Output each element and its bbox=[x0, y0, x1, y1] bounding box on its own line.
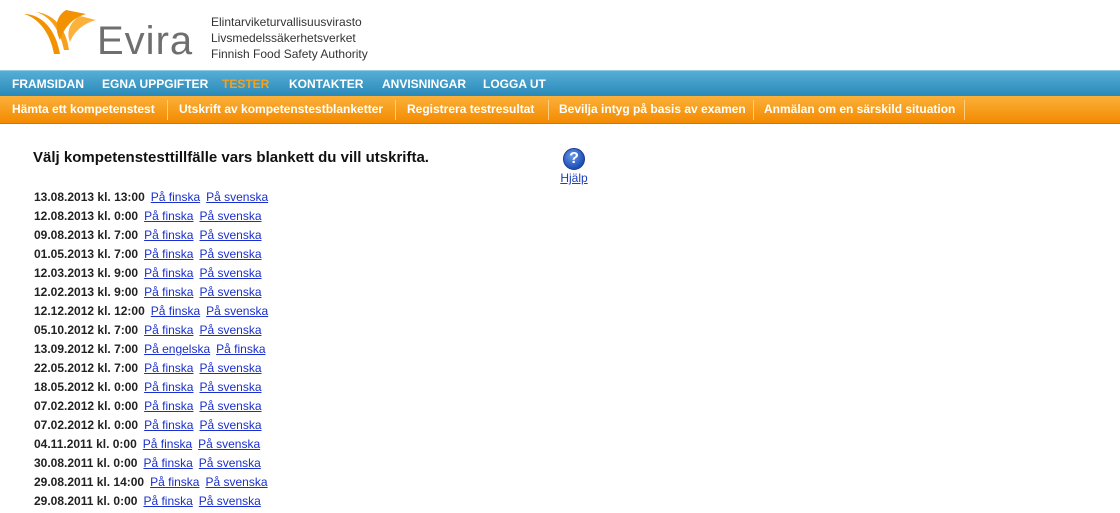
print-form-link[interactable]: På svenska bbox=[199, 361, 261, 375]
session-list: 13.08.2013 kl. 13:00 På finska På svenska 1… bbox=[34, 190, 268, 513]
session-date: 29.08.2011 kl. 14:00 bbox=[34, 475, 145, 489]
print-form-link[interactable]: På finska bbox=[144, 247, 193, 261]
print-form-link[interactable]: På svenska bbox=[199, 209, 261, 223]
session-row: 30.08.2011 kl. 0:00 På finska På svenska bbox=[34, 456, 268, 475]
session-date: 13.08.2013 kl. 13:00 bbox=[34, 190, 145, 204]
agency-name-en: Finnish Food Safety Authority bbox=[211, 47, 368, 61]
session-row: 12.02.2013 kl. 9:00 På finska På svenska bbox=[34, 285, 268, 304]
session-row: 09.08.2013 kl. 7:00 På finska På svenska bbox=[34, 228, 268, 247]
print-form-link[interactable]: På finska bbox=[143, 437, 192, 451]
print-form-link[interactable]: På svenska bbox=[199, 456, 261, 470]
logo-wordmark: Evira bbox=[97, 19, 194, 63]
print-form-link[interactable]: På svenska bbox=[199, 494, 261, 508]
subnav-item-anmalan[interactable]: Anmälan om en särskild situation bbox=[764, 102, 955, 116]
subnav-divider bbox=[167, 100, 168, 120]
session-date: 12.08.2013 kl. 0:00 bbox=[34, 209, 139, 223]
session-row: 12.12.2012 kl. 12:00 På finska På svenska bbox=[34, 304, 268, 323]
subnav-divider bbox=[548, 100, 549, 120]
print-form-link[interactable]: På engelska bbox=[144, 342, 210, 356]
session-row: 05.10.2012 kl. 7:00 På finska På svenska bbox=[34, 323, 268, 342]
session-row: 01.05.2013 kl. 7:00 På finska På svenska bbox=[34, 247, 268, 266]
session-date: 22.05.2012 kl. 7:00 bbox=[34, 361, 139, 375]
nav-item-logga-ut[interactable]: LOGGA UT bbox=[483, 77, 546, 91]
session-date: 18.05.2012 kl. 0:00 bbox=[34, 380, 139, 394]
print-form-link[interactable]: På svenska bbox=[206, 304, 268, 318]
print-form-link[interactable]: På finska bbox=[143, 494, 192, 508]
print-form-link[interactable]: På svenska bbox=[199, 380, 261, 394]
print-form-link[interactable]: På finska bbox=[144, 323, 193, 337]
session-row: 18.05.2012 kl. 0:00 På finska På svenska bbox=[34, 380, 268, 399]
nav-item-kontakter[interactable]: KONTAKTER bbox=[289, 77, 363, 91]
print-form-link[interactable]: På finska bbox=[143, 456, 192, 470]
nav-item-egna-uppgifter[interactable]: EGNA UPPGIFTER bbox=[102, 77, 208, 91]
session-date: 12.03.2013 kl. 9:00 bbox=[34, 266, 139, 280]
print-form-link[interactable]: På finska bbox=[150, 475, 199, 489]
help-label[interactable]: Hjälp bbox=[559, 171, 589, 185]
session-date: 29.08.2011 kl. 0:00 bbox=[34, 494, 138, 508]
subnav-item-bevilja-intyg[interactable]: Bevilja intyg på basis av examen bbox=[559, 102, 746, 116]
subnav-item-utskrift[interactable]: Utskrift av kompetenstestblanketter bbox=[179, 102, 383, 116]
session-row: 22.05.2012 kl. 7:00 På finska På svenska bbox=[34, 361, 268, 380]
nav-item-framsidan[interactable]: FRAMSIDAN bbox=[12, 77, 84, 91]
print-form-link[interactable]: På finska bbox=[216, 342, 265, 356]
session-date: 09.08.2013 kl. 7:00 bbox=[34, 228, 139, 242]
session-date: 01.05.2013 kl. 7:00 bbox=[34, 247, 139, 261]
session-row: 29.08.2011 kl. 0:00 På finska På svenska bbox=[34, 494, 268, 513]
print-form-link[interactable]: På svenska bbox=[205, 475, 267, 489]
print-form-link[interactable]: På svenska bbox=[199, 399, 261, 413]
nav-item-anvisningar[interactable]: ANVISNINGAR bbox=[382, 77, 466, 91]
agency-name-fi: Elintarviketurvallisuusvirasto bbox=[211, 15, 362, 29]
session-row: 29.08.2011 kl. 14:00 På finska På svenska bbox=[34, 475, 268, 494]
main-nav: FRAMSIDAN EGNA UPPGIFTER TESTER KONTAKTE… bbox=[0, 70, 1120, 96]
print-form-link[interactable]: På finska bbox=[144, 228, 193, 242]
session-row: 13.08.2013 kl. 13:00 På finska På svenska bbox=[34, 190, 268, 209]
subnav-item-registrera[interactable]: Registrera testresultat bbox=[407, 102, 534, 116]
print-form-link[interactable]: På svenska bbox=[199, 285, 261, 299]
print-form-link[interactable]: På finska bbox=[144, 285, 193, 299]
page-title: Välj kompetenstesttillfälle vars blanket… bbox=[33, 149, 429, 166]
session-row: 12.08.2013 kl. 0:00 På finska På svenska bbox=[34, 209, 268, 228]
print-form-link[interactable]: På finska bbox=[144, 361, 193, 375]
site-header: Evira Elintarviketurvallisuusvirasto Liv… bbox=[0, 0, 1120, 70]
session-row: 13.09.2012 kl. 7:00 På engelska På finska bbox=[34, 342, 268, 361]
print-form-link[interactable]: På finska bbox=[151, 190, 200, 204]
session-date: 13.09.2012 kl. 7:00 bbox=[34, 342, 139, 356]
subnav-divider bbox=[395, 100, 396, 120]
session-row: 12.03.2013 kl. 9:00 På finska På svenska bbox=[34, 266, 268, 285]
print-form-link[interactable]: På finska bbox=[144, 266, 193, 280]
session-date: 30.08.2011 kl. 0:00 bbox=[34, 456, 138, 470]
agency-names: Elintarviketurvallisuusvirasto Livsmedel… bbox=[211, 14, 368, 62]
sub-nav: Hämta ett kompetenstest Utskrift av komp… bbox=[0, 96, 1120, 124]
print-form-link[interactable]: På finska bbox=[151, 304, 200, 318]
help-link[interactable]: ? Hjälp bbox=[559, 148, 589, 185]
session-date: 04.11.2011 kl. 0:00 bbox=[34, 437, 137, 451]
subnav-divider bbox=[753, 100, 754, 120]
help-question-icon[interactable]: ? bbox=[563, 148, 585, 170]
print-form-link[interactable]: På svenska bbox=[199, 418, 261, 432]
subnav-item-hamta-test[interactable]: Hämta ett kompetenstest bbox=[12, 102, 155, 116]
session-date: 12.02.2013 kl. 9:00 bbox=[34, 285, 139, 299]
session-row: 07.02.2012 kl. 0:00 På finska På svenska bbox=[34, 418, 268, 437]
print-form-link[interactable]: På finska bbox=[144, 399, 193, 413]
session-date: 12.12.2012 kl. 12:00 bbox=[34, 304, 145, 318]
print-form-link[interactable]: På finska bbox=[144, 418, 193, 432]
session-date: 07.02.2012 kl. 0:00 bbox=[34, 418, 139, 432]
print-form-link[interactable]: På svenska bbox=[198, 437, 260, 451]
nav-item-tester[interactable]: TESTER bbox=[222, 77, 269, 91]
print-form-link[interactable]: På svenska bbox=[199, 266, 261, 280]
agency-name-sv: Livsmedelssäkerhetsverket bbox=[211, 31, 356, 45]
session-row: 07.02.2012 kl. 0:00 På finska På svenska bbox=[34, 399, 268, 418]
evira-logo-icon bbox=[24, 10, 96, 54]
session-row: 04.11.2011 kl. 0:00 På finska På svenska bbox=[34, 437, 268, 456]
print-form-link[interactable]: På svenska bbox=[199, 323, 261, 337]
print-form-link[interactable]: På svenska bbox=[206, 190, 268, 204]
print-form-link[interactable]: På finska bbox=[144, 209, 193, 223]
print-form-link[interactable]: På finska bbox=[144, 380, 193, 394]
session-date: 07.02.2012 kl. 0:00 bbox=[34, 399, 139, 413]
session-date: 05.10.2012 kl. 7:00 bbox=[34, 323, 139, 337]
print-form-link[interactable]: På svenska bbox=[199, 228, 261, 242]
print-form-link[interactable]: På svenska bbox=[199, 247, 261, 261]
subnav-divider bbox=[964, 100, 965, 120]
